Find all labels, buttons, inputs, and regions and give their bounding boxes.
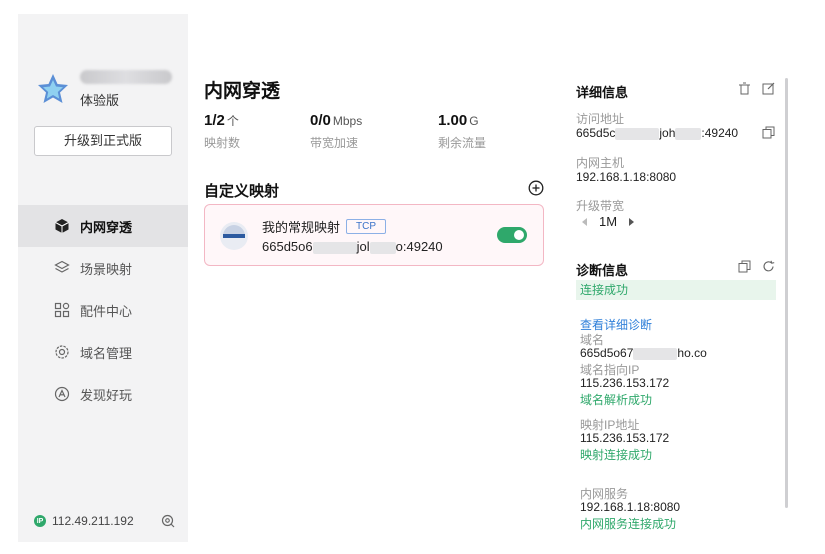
stat-label: 剩余流量	[438, 136, 487, 150]
map-ok-status: 映射连接成功	[580, 448, 653, 462]
sidebar-item-intranet[interactable]: 内网穿透	[18, 205, 188, 247]
bandwidth-label: 升级带宽	[576, 199, 625, 213]
user-level: 体验版	[80, 93, 120, 108]
detail-scrollbar[interactable]	[785, 78, 788, 508]
star-avatar-icon[interactable]	[36, 72, 70, 106]
domain-part: ho.co	[677, 346, 707, 360]
sidebar: 体验版 升级到正式版 内网穿透 场景映射 配件中心 域名管理 发现好玩 IP 1…	[18, 14, 188, 542]
address-mask	[615, 127, 660, 140]
service-value: 192.168.1.18:8080	[580, 500, 681, 514]
sidebar-item-accessory[interactable]: 配件中心	[18, 289, 188, 331]
decrease-icon[interactable]	[582, 217, 587, 226]
section-title: 自定义映射	[204, 183, 280, 200]
page-title: 内网穿透	[204, 81, 281, 102]
domain-ok-status: 域名解析成功	[580, 393, 653, 407]
mapping-title: 我的常规映射	[262, 220, 341, 235]
host-label: 内网主机	[576, 156, 625, 170]
compass-icon	[54, 386, 70, 402]
copy-icon[interactable]	[738, 260, 751, 273]
domain-value: 665d5o67 ho.co	[580, 346, 707, 360]
stat-mappings: 1/2 个 映射数	[204, 112, 240, 151]
upgrade-button[interactable]: 升级到正式版	[34, 126, 172, 156]
app-window: 体验版 升级到正式版 内网穿透 场景映射 配件中心 域名管理 发现好玩 IP 1…	[18, 14, 790, 542]
diagnosis-title: 诊断信息	[576, 263, 629, 278]
sidebar-item-label: 内网穿透	[80, 219, 133, 235]
access-label: 访问地址	[576, 112, 625, 126]
sidebar-item-domain[interactable]: 域名管理	[18, 331, 188, 373]
gear-icon	[55, 345, 69, 359]
mapping-toggle[interactable]	[497, 227, 527, 243]
grid-icon	[54, 302, 70, 318]
detail-title: 详细信息	[576, 85, 629, 100]
stat-traffic: 1.00 G 剩余流量	[438, 112, 486, 151]
sidebar-item-label: 配件中心	[80, 303, 133, 319]
stat-label: 带宽加速	[310, 136, 359, 150]
service-ok-status: 内网服务连接成功	[580, 517, 677, 531]
mapping-logo-icon	[220, 222, 248, 250]
domain-mask	[633, 347, 678, 360]
sidebar-item-discover[interactable]: 发现好玩	[18, 373, 188, 415]
stat-bandwidth: 0/0 Mbps 带宽加速	[310, 112, 362, 151]
public-ip: IP 112.49.211.192	[34, 514, 134, 528]
user-name	[80, 70, 172, 84]
map-ip-value: 115.236.153.172	[580, 431, 670, 445]
stat-unit: Mbps	[332, 114, 363, 128]
domain-part: 665d5o67	[580, 346, 634, 360]
address-part: o:49240	[395, 239, 443, 254]
refresh-icon[interactable]	[762, 260, 775, 273]
copy-icon[interactable]	[762, 126, 775, 139]
address-mask	[312, 241, 357, 254]
mapping-name: 我的常规映射 TCP	[262, 217, 387, 236]
main-content: 内网穿透 1/2 个 映射数 0/0 Mbps 带宽加速 1.00 G 剩余流量 自定…	[188, 14, 564, 542]
increase-icon[interactable]	[629, 217, 635, 226]
detail-panel: 详细信息 访问地址 665d5c joh :49240 内网主机 192.168.1…	[564, 14, 790, 542]
address-part: joh	[659, 126, 676, 140]
stat-unit: 个	[226, 114, 239, 128]
sidebar-nav: 内网穿透 场景映射 配件中心 域名管理 发现好玩	[18, 205, 188, 415]
stat-unit: G	[469, 114, 479, 128]
bandwidth-control: 1M	[582, 214, 635, 229]
delete-icon[interactable]	[738, 82, 751, 95]
sidebar-item-label: 发现好玩	[80, 387, 133, 403]
sidebar-item-label: 域名管理	[80, 345, 133, 361]
address-part: jol	[356, 239, 370, 254]
host-value: 192.168.1.18:8080	[576, 170, 677, 184]
mapping-address: 665d5o6 jol o:49240	[262, 239, 443, 254]
bandwidth-value: 1M	[599, 214, 618, 229]
address-part: :49240	[701, 126, 739, 140]
sidebar-item-scene[interactable]: 场景映射	[18, 247, 188, 289]
access-address: 665d5c joh :49240	[576, 126, 738, 140]
scene-icon	[54, 260, 70, 273]
ip-search-icon[interactable]	[161, 514, 175, 528]
stat-value: 1.00	[438, 112, 468, 129]
ip-badge-icon: IP	[34, 515, 46, 527]
stat-label: 映射数	[204, 136, 241, 150]
add-mapping-icon[interactable]	[528, 180, 544, 196]
stat-value: 1/2	[204, 112, 225, 129]
edit-icon[interactable]	[762, 82, 775, 95]
mapping-card[interactable]: 我的常规映射 TCP 665d5o6 jol o:49240	[204, 204, 544, 266]
diagnosis-status: 连接成功	[576, 280, 776, 300]
domain-ip-value: 115.236.153.172	[580, 376, 670, 390]
ip-text: 112.49.211.192	[52, 514, 134, 528]
address-part: 665d5c	[576, 126, 616, 140]
address-mask	[675, 127, 702, 140]
cube-icon	[55, 219, 69, 233]
address-mask	[369, 241, 396, 254]
protocol-badge: TCP	[346, 219, 387, 234]
sidebar-item-label: 场景映射	[80, 261, 133, 277]
stat-value: 0/0	[310, 112, 331, 129]
address-part: 665d5o6	[262, 239, 313, 254]
